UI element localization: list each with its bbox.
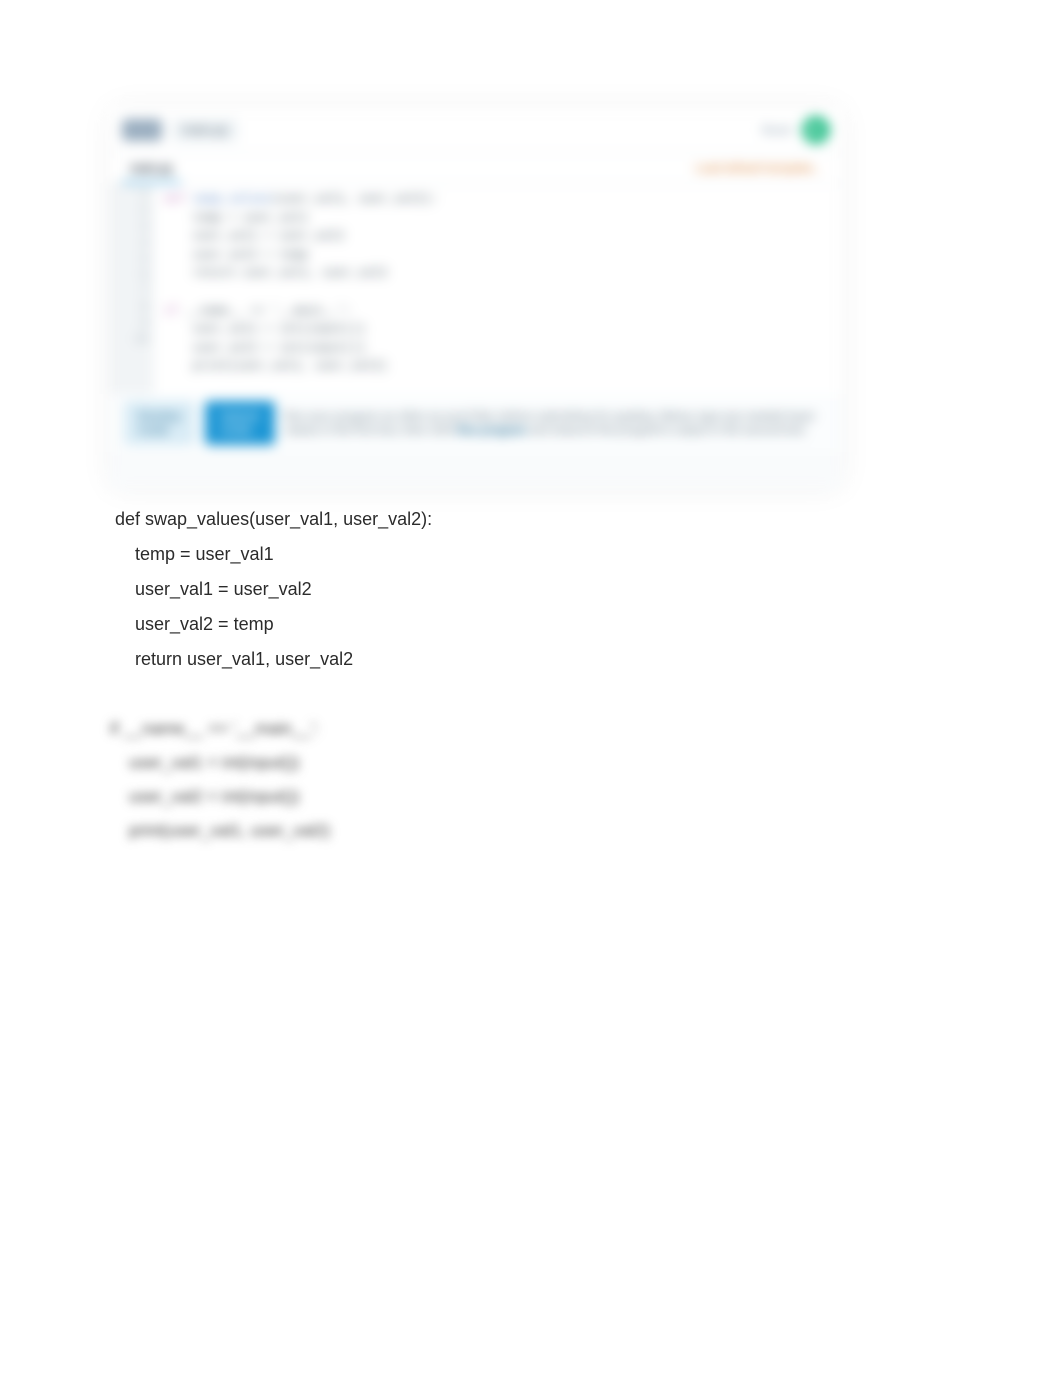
ide-panel: main.py Reset main.py Load default templ… [110, 108, 842, 488]
code-token: user_val2 = int(input()) [164, 341, 366, 355]
code-line: def swap_values(user_val1, user_val2): [115, 509, 432, 529]
hint-pre: Run your program as often as you'd like,… [285, 409, 815, 437]
code-editor[interactable]: 1 2 3 4 5 6 7 8 9 10 def swap_values(use… [110, 184, 842, 394]
code-token: def [164, 192, 186, 206]
code-token: temp = user_val1 [164, 211, 308, 225]
line-number: 8 [141, 302, 148, 314]
line-number: 1 [141, 190, 148, 202]
hint-bold: Run program [457, 423, 527, 437]
code-line: user_val2 = int(input()) [110, 787, 299, 806]
blurred-code-snippet: if __name__ == '__main__': user_val1 = i… [110, 712, 330, 848]
develop-mode-button[interactable]: Develop mode [124, 401, 195, 445]
line-number: 10 [135, 334, 148, 346]
code-token: return user_val1, user_val2 [164, 266, 387, 280]
code-lines: def swap_values(user_val1, user_val2): t… [154, 184, 448, 394]
code-line: return user_val1, user_val2 [115, 649, 353, 669]
reset-link[interactable]: Reset [762, 123, 792, 137]
visible-code-snippet: def swap_values(user_val1, user_val2): t… [115, 502, 432, 677]
code-line: user_val1 = int(input()) [110, 753, 299, 772]
run-button[interactable] [802, 116, 830, 144]
tab-load-template[interactable]: Load default template... [687, 155, 830, 183]
hint-post: and observe the program's output in the … [530, 423, 808, 437]
submit-mode-button[interactable]: Submit mode [205, 401, 275, 445]
code-token: (user_val1, user_val2): [272, 192, 438, 206]
code-token: swap_values [193, 192, 272, 206]
code-token: user_val1 = user_val2 [164, 229, 344, 243]
line-number: 5 [141, 254, 148, 266]
code-token: user_val1 = int(input()) [164, 322, 366, 336]
code-token: print(user_val1, user_val2) [164, 359, 387, 373]
line-number: 6 [141, 270, 148, 282]
tab-main[interactable]: main.py [122, 155, 181, 183]
ide-header: main.py Reset [110, 108, 842, 153]
line-number: 2 [141, 206, 148, 218]
line-number: 7 [141, 286, 148, 298]
play-icon [812, 125, 820, 135]
brand-logo [122, 119, 162, 141]
filename-chip: main.py [172, 119, 238, 142]
line-number: 9 [141, 318, 148, 330]
line-number: 3 [141, 222, 148, 234]
code-token: __name__ == '__main__': [178, 304, 351, 318]
line-gutter: 1 2 3 4 5 6 7 8 9 10 [110, 184, 154, 394]
code-token: user_val2 = temp [164, 248, 308, 262]
code-line: print(user_val1, user_val2) [110, 821, 330, 840]
line-number: 4 [141, 238, 148, 250]
code-line: temp = user_val1 [115, 544, 274, 564]
code-line: user_val2 = temp [115, 614, 274, 634]
code-line: if __name__ == '__main__': [110, 719, 319, 738]
tab-bar: main.py Load default template... [110, 153, 842, 184]
mode-bar: Develop mode Submit mode Run your progra… [110, 394, 842, 452]
code-token: if [164, 304, 178, 318]
hint-text: Run your program as often as you'd like,… [285, 409, 828, 437]
code-line: user_val1 = user_val2 [115, 579, 312, 599]
